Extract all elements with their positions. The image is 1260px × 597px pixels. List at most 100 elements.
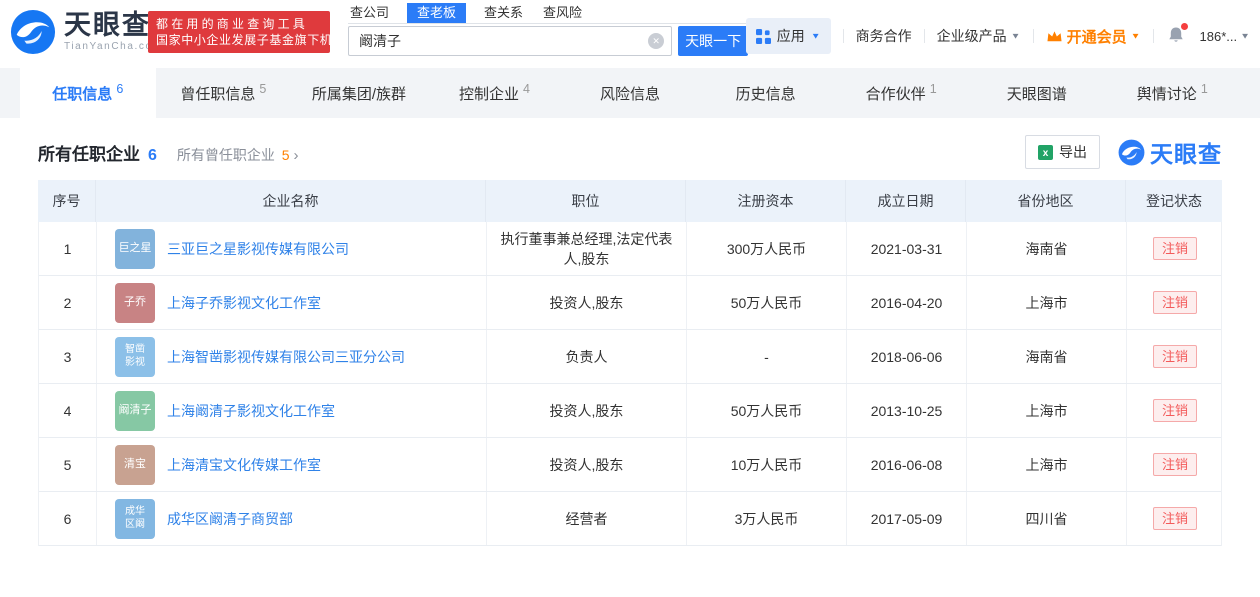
account-phone: 186*... — [1200, 29, 1238, 44]
promo-line1: 都在用的商业查询工具 — [156, 16, 322, 32]
header: 天眼查 TianYanCha.com 都在用的商业查询工具 国家中小企业发展子基… — [0, 0, 1260, 68]
page-tabs: 任职信息6曾任职信息5所属集团/族群控制企业4 风险信息 历史信息 合作伙伴 1 天眼图谱… — [0, 68, 1260, 118]
positions-table: 序号企业名称职位注册资本成立日期省份地区登记状态 1 巨之星 三亚巨之星影视传媒… — [38, 180, 1222, 546]
enterprise-label: 企业级产品 — [937, 26, 1007, 46]
table-header-row: 序号企业名称职位注册资本成立日期省份地区登记状态 — [38, 180, 1222, 222]
crown-icon — [1046, 29, 1063, 44]
column-header: 省份地区 — [966, 180, 1126, 222]
company-logo: 巨之星 — [115, 229, 155, 269]
table-row: 5 清宝 上海清宝文化传媒工作室 投资人,股东 10万人民币 2016-06-0… — [39, 438, 1221, 492]
tab-5[interactable]: 历史信息 — [698, 68, 834, 118]
apps-menu[interactable]: 应用 ▼ — [746, 18, 831, 54]
apps-label: 应用 — [777, 26, 805, 46]
tab-3[interactable]: 控制企业4 — [427, 68, 563, 118]
tab-7[interactable]: 天眼图谱 — [969, 68, 1105, 118]
region-cell: 海南省 — [967, 330, 1127, 383]
export-button[interactable]: x 导出 — [1025, 135, 1100, 169]
region-cell: 海南省 — [967, 222, 1127, 275]
nav-business-cooperation[interactable]: 商务合作 — [856, 26, 912, 46]
tab-6[interactable]: 合作伙伴 1 — [833, 68, 969, 118]
tab-count: 6 — [116, 82, 123, 96]
chevron-down-icon: ▼ — [1011, 32, 1021, 41]
search-input[interactable] — [348, 26, 672, 56]
status-badge: 注销 — [1153, 237, 1197, 260]
column-header: 职位 — [486, 180, 686, 222]
company-link[interactable]: 成华区阚清子商贸部 — [167, 509, 293, 529]
former-positions-label: 所有曾任职企业 — [177, 147, 275, 163]
site-logo[interactable]: 天眼查 TianYanCha.com — [10, 9, 163, 55]
company-link[interactable]: 上海子乔影视文化工作室 — [167, 293, 321, 313]
company-link[interactable]: 上海清宝文化传媒工作室 — [167, 455, 321, 475]
watermark-logo: 天眼查 — [1118, 135, 1222, 169]
divider — [924, 29, 925, 43]
tab-label: 合作伙伴 — [866, 83, 926, 104]
status-badge: 注销 — [1153, 345, 1197, 368]
former-positions-link[interactable]: 所有曾任职企业 5 › — [177, 145, 299, 165]
tab-label: 控制企业 — [459, 83, 519, 104]
search-button[interactable]: 天眼一下 — [678, 26, 748, 56]
divider — [1033, 29, 1034, 43]
table-row: 1 巨之星 三亚巨之星影视传媒有限公司 执行董事兼总经理,法定代表人,股东 30… — [39, 222, 1221, 276]
tab-label: 风险信息 — [600, 83, 660, 104]
tab-4[interactable]: 风险信息 — [562, 68, 698, 118]
tianyancha-swirl-icon — [10, 9, 56, 55]
company-link[interactable]: 上海阚清子影视文化工作室 — [167, 401, 335, 421]
status-badge: 注销 — [1153, 399, 1197, 422]
watermark-text: 天眼查 — [1150, 135, 1222, 169]
search-tab-3[interactable]: 查风险 — [541, 3, 584, 23]
status-badge: 注销 — [1153, 507, 1197, 530]
export-label: 导出 — [1059, 142, 1087, 162]
company-logo: 智凿影视 — [115, 337, 155, 377]
date-cell: 2017-05-09 — [847, 492, 967, 545]
date-cell: 2016-06-08 — [847, 438, 967, 491]
chevron-down-icon: ▼ — [1131, 32, 1141, 41]
tab-label: 历史信息 — [736, 83, 796, 104]
divider — [1153, 29, 1154, 43]
divider — [843, 29, 844, 43]
apps-grid-icon — [756, 29, 771, 44]
search-tab-1[interactable]: 查老板 — [407, 3, 466, 23]
status-badge: 注销 — [1153, 453, 1197, 476]
promo-banner: 都在用的商业查询工具 国家中小企业发展子基金旗下机构 — [148, 11, 330, 53]
region-cell: 上海市 — [967, 276, 1127, 329]
tab-count: 1 — [930, 82, 937, 96]
table-row: 3 智凿影视 上海智凿影视传媒有限公司三亚分公司 负责人 - 2018-06-0… — [39, 330, 1221, 384]
vip-upgrade[interactable]: 开通会员 ▼ — [1046, 26, 1141, 47]
row-index: 1 — [39, 222, 97, 275]
chevron-down-icon: ▼ — [811, 32, 821, 41]
status-badge: 注销 — [1153, 291, 1197, 314]
date-cell: 2013-10-25 — [847, 384, 967, 437]
capital-cell: 10万人民币 — [687, 438, 847, 491]
tab-label: 舆情讨论 — [1137, 83, 1197, 104]
table-body: 1 巨之星 三亚巨之星影视传媒有限公司 执行董事兼总经理,法定代表人,股东 30… — [38, 222, 1222, 546]
region-cell: 上海市 — [967, 438, 1127, 491]
svg-text:x: x — [1043, 148, 1049, 159]
table-row: 2 子乔 上海子乔影视文化工作室 投资人,股东 50万人民币 2016-04-2… — [39, 276, 1221, 330]
top-nav: 应用 ▼ 商务合作 企业级产品 ▼ 开通会员 ▼ 1 — [746, 18, 1250, 54]
region-cell: 上海市 — [967, 384, 1127, 437]
capital-cell: - — [687, 330, 847, 383]
chevron-right-icon: › — [293, 147, 298, 164]
company-link[interactable]: 三亚巨之星影视传媒有限公司 — [167, 239, 349, 259]
capital-cell: 50万人民币 — [687, 384, 847, 437]
tab-count: 1 — [1201, 82, 1208, 96]
tab-1[interactable]: 曾任职信息5 — [156, 68, 292, 118]
notifications-bell[interactable] — [1166, 25, 1188, 47]
company-link[interactable]: 上海智凿影视传媒有限公司三亚分公司 — [167, 347, 405, 367]
tab-8[interactable]: 舆情讨论 1 — [1105, 68, 1241, 118]
account-menu[interactable]: 186*... ▼ — [1200, 29, 1251, 44]
section-title: 所有任职企业 — [38, 140, 140, 165]
business-label: 商务合作 — [856, 26, 912, 46]
tab-0[interactable]: 任职信息6 — [20, 68, 156, 118]
date-cell: 2018-06-06 — [847, 330, 967, 383]
nav-enterprise-products[interactable]: 企业级产品 ▼ — [937, 26, 1021, 46]
column-header: 注册资本 — [686, 180, 846, 222]
section-header: 所有任职企业 6 所有曾任职企业 5 › x 导出 天眼查 — [38, 132, 1222, 172]
company-logo: 成华区阚 — [115, 499, 155, 539]
search-tab-0[interactable]: 查公司 — [348, 3, 391, 23]
tab-label: 天眼图谱 — [1007, 83, 1067, 104]
tab-2[interactable]: 所属集团/族群 — [291, 68, 427, 118]
search-block: 查公司查老板查关系查风险 ✕ 天眼一下 — [348, 4, 748, 56]
search-tab-2[interactable]: 查关系 — [482, 3, 525, 23]
column-header: 登记状态 — [1126, 180, 1222, 222]
